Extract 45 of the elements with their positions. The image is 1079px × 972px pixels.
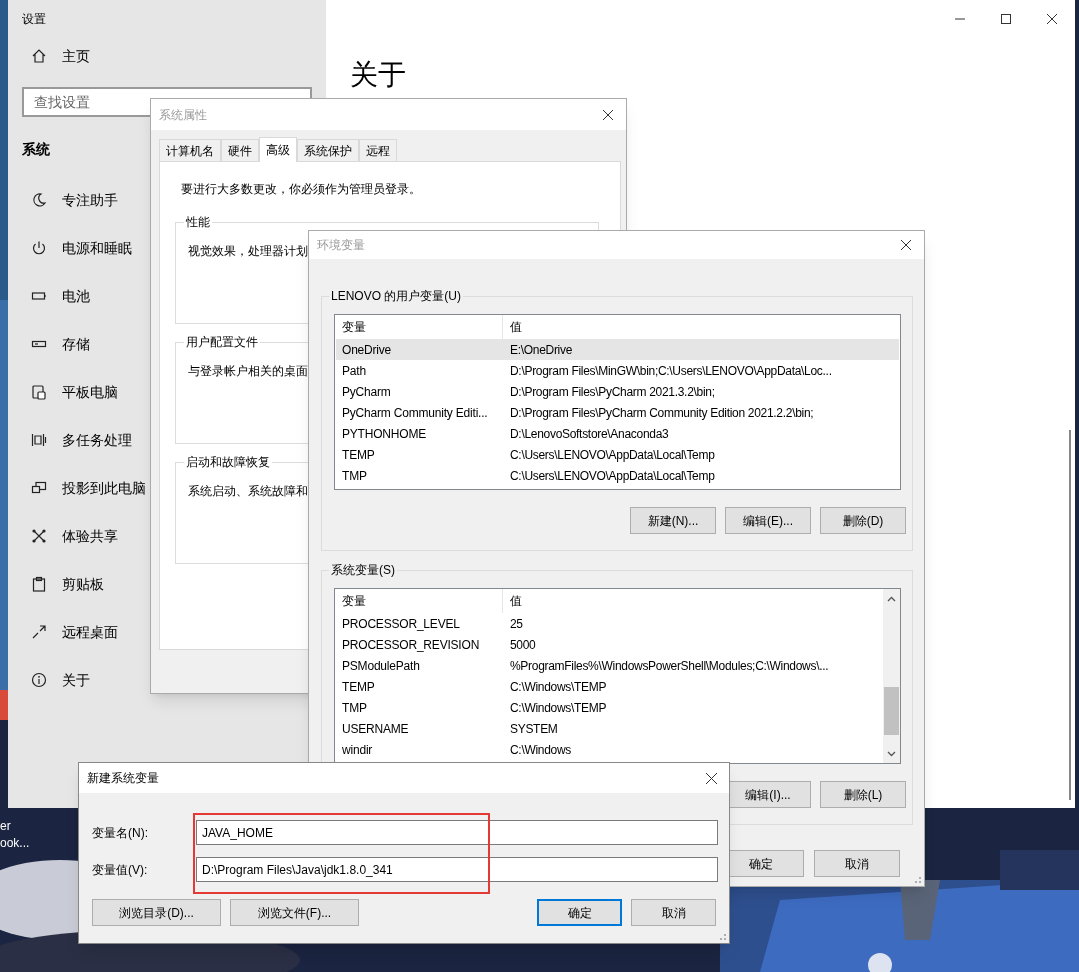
window-title: 设置 — [22, 11, 46, 28]
group-title: LENOVO 的用户变量(U) — [329, 288, 463, 304]
table-cell-text: PyCharm Community Editi... — [341, 404, 489, 422]
table-cell-text: C:\Users\LENOVO\AppData\Local\Temp — [509, 446, 716, 464]
group-title: 系统变量(S) — [329, 562, 397, 578]
table-cell-text: %ProgramFiles%\WindowsPowerShell\Modules;C:\Windows\... — [509, 657, 830, 675]
table-cell-text: PROCESSOR_LEVEL — [341, 615, 461, 633]
table-cell-text: PROCESSOR_REVISION — [341, 636, 481, 654]
window-title: 系统属性 — [159, 106, 207, 124]
table-cell-text: C:\Windows\TEMP — [509, 699, 608, 717]
group-text: 视觉效果，处理器计划 — [188, 243, 308, 260]
table-cell-text: TMP — [341, 699, 368, 717]
table-cell-text: USERNAME — [341, 720, 410, 738]
field-label: 变量值(V): — [92, 861, 149, 879]
table-cell-text: PSModulePath — [341, 657, 421, 675]
group-text: 系统启动、系统故障和 — [188, 483, 308, 500]
table-cell-text: D:\Program Files\PyCharm 2021.3.2\bin; — [509, 383, 716, 401]
table-cell-text: 5000 — [509, 636, 537, 654]
window-title: 新建系统变量 — [87, 770, 159, 787]
section-heading: 系统 — [22, 140, 50, 159]
group-title: 启动和故障恢复 — [184, 454, 272, 470]
group-title: 用户配置文件 — [184, 334, 260, 350]
table-cell-text: 25 — [509, 615, 524, 633]
table-cell-text: TMP — [341, 467, 368, 485]
window-title: 环境变量 — [317, 237, 365, 254]
table-cell-text: D:\Program Files\MinGW\bin;C:\Users\LENOVO\AppData\Loc... — [509, 362, 833, 380]
table-cell-text: C:\Windows — [509, 741, 572, 759]
group-title: 性能 — [184, 214, 212, 230]
table-cell-text: windir — [341, 741, 374, 759]
table-cell-text: Path — [341, 362, 367, 380]
table-cell-text: OneDrive — [341, 341, 393, 359]
table-cell-text: D:\Program Files\PyCharm Community Edition 2021.2.2\bin; — [509, 404, 815, 422]
table-cell-text: SYSTEM — [509, 720, 559, 738]
page-heading: 关于 — [350, 58, 407, 92]
table-cell-text: TEMP — [341, 678, 376, 696]
table-cell-text: PYTHONHOME — [341, 425, 427, 443]
table-cell-text: D:\LenovoSoftstore\Anaconda3 — [509, 425, 670, 443]
table-cell-text: E:\OneDrive — [509, 341, 574, 359]
table-cell-text: C:\Users\LENOVO\AppData\Local\Temp — [509, 467, 716, 485]
notice-text: 要进行大多数更改，你必须作为管理员登录。 — [181, 181, 422, 198]
field-label: 变量名(N): — [92, 824, 149, 842]
table-cell-text: C:\Windows\TEMP — [509, 678, 608, 696]
table-cell-text: TEMP — [341, 446, 376, 464]
table-cell-text: PyCharm — [341, 383, 392, 401]
group-text: 与登录帐户相关的桌面 — [188, 363, 308, 380]
